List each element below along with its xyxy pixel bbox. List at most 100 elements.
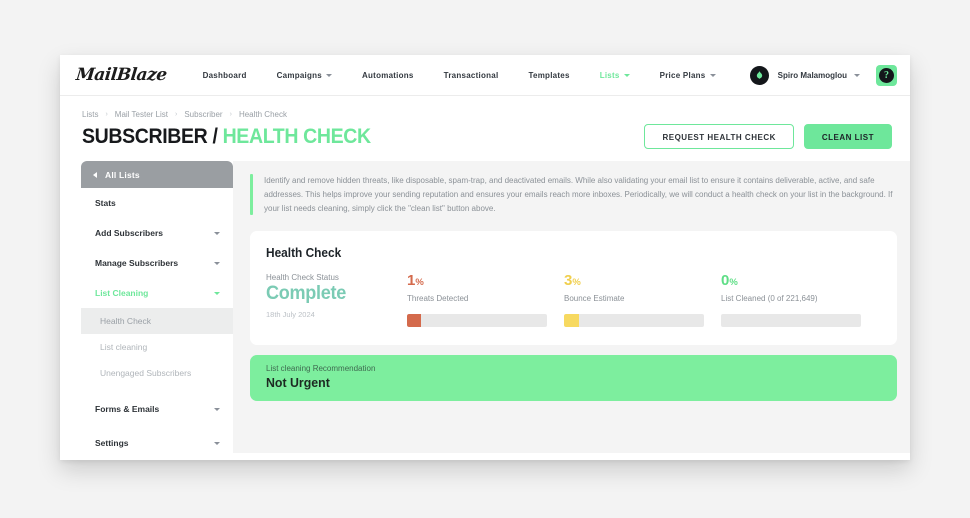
question-mark-icon: ?: [879, 68, 894, 83]
health-check-status: Health Check Status Complete 18th July 2…: [266, 273, 407, 319]
sidebar-item-label: Stats: [95, 198, 116, 208]
sidebar-item-label: Settings: [95, 438, 129, 448]
chevron-left-icon: [93, 171, 97, 178]
nav-label: Campaigns: [276, 70, 322, 80]
sidebar-subitem-label: Unengaged Subscribers: [100, 368, 192, 378]
metric-progress-fill: [564, 314, 580, 328]
nav-label: Automations: [361, 70, 414, 80]
sidebar-item-label: Forms & Emails: [95, 404, 160, 414]
sidebar-item-label: Add Subscribers: [95, 228, 164, 238]
nav-label: Templates: [528, 70, 570, 80]
main-nav-items: Dashboard Campaigns Automations Transact…: [203, 71, 746, 80]
sidebar-subitem-unengaged-subscribers[interactable]: Unengaged Subscribers: [81, 360, 233, 386]
chevron-down-icon[interactable]: [854, 74, 860, 77]
sidebar-item-settings[interactable]: Settings: [81, 428, 233, 458]
metric-label: Bounce Estimate: [564, 294, 625, 304]
nav-label: Transactional: [443, 70, 499, 80]
sidebar-subitem-label: Health Check: [100, 316, 152, 326]
status-date: 18th July 2024: [266, 309, 315, 319]
info-banner-text: Identify and remove hidden threats, like…: [264, 176, 893, 213]
nav-item-dashboard[interactable]: Dashboard: [203, 71, 247, 80]
metric-label: List Cleaned (0 of 221,649): [721, 294, 818, 304]
breadcrumb: Lists › Mail Tester List › Subscriber › …: [60, 96, 910, 119]
health-check-card: Health Check Health Check Status Complet…: [250, 231, 897, 346]
metric-threats-detected: 1% Threats Detected: [407, 273, 564, 328]
nav-item-automations[interactable]: Automations: [362, 71, 414, 80]
nav-item-templates[interactable]: Templates: [528, 71, 569, 80]
sidebar-item-add-subscribers[interactable]: Add Subscribers: [81, 218, 233, 248]
chevron-down-icon: [214, 407, 220, 411]
page-actions: REQUEST HEALTH CHECK CLEAN LIST: [644, 124, 892, 149]
metric-label: Threats Detected: [407, 294, 469, 304]
metric-progress-track: [564, 314, 704, 328]
mailblaze-logo[interactable]: MailBlaze: [75, 65, 168, 85]
help-button[interactable]: ?: [876, 65, 897, 86]
hand-flame-icon: [756, 71, 762, 79]
top-navigation-bar: MailBlaze Dashboard Campaigns Automation…: [60, 55, 910, 96]
metric-progress-fill: [407, 314, 421, 328]
page-title-row: SUBSCRIBER / HEALTH CHECK REQUEST HEALTH…: [60, 119, 910, 149]
nav-label: Lists: [599, 70, 620, 80]
breadcrumb-separator: ›: [229, 111, 232, 118]
nav-item-transactional[interactable]: Transactional: [444, 71, 499, 80]
metric-list-cleaned: 0% List Cleaned (0 of 221,649): [721, 273, 878, 328]
nav-item-price-plans[interactable]: Price Plans: [660, 71, 716, 80]
sidebar-all-lists-header[interactable]: All Lists: [81, 161, 233, 188]
status-value: Complete: [266, 283, 346, 305]
main-content: Identify and remove hidden threats, like…: [233, 161, 910, 453]
chevron-down-icon: [214, 231, 220, 235]
page-title-primary: SUBSCRIBER /: [82, 124, 218, 148]
chevron-down-icon: [623, 73, 630, 77]
chevron-down-icon: [214, 441, 220, 445]
card-title: Health Check: [266, 246, 342, 261]
metric-progress-track: [407, 314, 547, 328]
breadcrumb-separator: ›: [105, 111, 108, 118]
sidebar-subitem-list-cleaning[interactable]: List cleaning: [81, 334, 233, 360]
recommendation-value: Not Urgent: [266, 375, 330, 391]
nav-right-cluster: Spiro Malamoglou ?: [749, 55, 910, 96]
page-body: Lists › Mail Tester List › Subscriber › …: [60, 96, 910, 460]
nav-item-lists[interactable]: Lists: [600, 71, 630, 80]
nav-label: Dashboard: [202, 70, 247, 80]
page-title: SUBSCRIBER / HEALTH CHECK: [82, 125, 371, 149]
nav-item-campaigns[interactable]: Campaigns: [277, 71, 332, 80]
list-cleaning-recommendation-banner: List cleaning Recommendation Not Urgent: [250, 355, 897, 402]
metric-unit: %: [729, 277, 738, 289]
sidebar-item-forms-and-emails[interactable]: Forms & Emails: [81, 394, 233, 424]
clean-list-button[interactable]: CLEAN LIST: [803, 124, 892, 149]
sidebar: All Lists Stats Add Subscribers Manage S…: [81, 161, 233, 453]
app-window: MailBlaze Dashboard Campaigns Automation…: [60, 55, 910, 460]
chevron-down-icon: [214, 261, 220, 265]
page-title-accent: HEALTH CHECK: [222, 124, 372, 148]
health-stats-row: Health Check Status Complete 18th July 2…: [266, 273, 879, 328]
metric-value: 0%: [721, 273, 878, 288]
breadcrumb-item-health-check[interactable]: Health Check: [239, 110, 287, 119]
user-name-label: Spiro Malamoglou: [777, 71, 847, 80]
avatar[interactable]: [749, 66, 769, 85]
metric-progress-track: [721, 314, 861, 328]
breadcrumb-separator: ›: [175, 111, 178, 118]
metric-unit: %: [572, 277, 581, 289]
chevron-down-icon: [214, 291, 220, 295]
sidebar-item-label: Manage Subscribers: [95, 258, 179, 268]
recommendation-label: List cleaning Recommendation: [266, 364, 376, 374]
chevron-down-icon: [709, 73, 716, 77]
metric-value: 3%: [564, 273, 721, 288]
breadcrumb-item-mail-tester-list[interactable]: Mail Tester List: [115, 110, 168, 119]
sidebar-header-label: All Lists: [105, 169, 140, 180]
chevron-down-icon: [325, 73, 332, 77]
sidebar-item-list-cleaning[interactable]: List Cleaning: [81, 278, 233, 308]
sidebar-item-label: List Cleaning: [95, 288, 149, 298]
status-label: Health Check Status: [266, 273, 339, 283]
sidebar-item-stats[interactable]: Stats: [81, 188, 233, 218]
info-accent-bar: [250, 174, 253, 216]
info-banner: Identify and remove hidden threats, like…: [250, 174, 897, 216]
request-health-check-button[interactable]: REQUEST HEALTH CHECK: [644, 124, 794, 149]
breadcrumb-item-lists[interactable]: Lists: [82, 110, 98, 119]
breadcrumb-item-subscriber[interactable]: Subscriber: [184, 110, 222, 119]
content-row: All Lists Stats Add Subscribers Manage S…: [60, 161, 910, 453]
sidebar-item-manage-subscribers[interactable]: Manage Subscribers: [81, 248, 233, 278]
metric-value: 1%: [407, 273, 564, 288]
sidebar-subitem-health-check[interactable]: Health Check: [81, 308, 233, 334]
sidebar-subitem-label: List cleaning: [100, 342, 148, 352]
